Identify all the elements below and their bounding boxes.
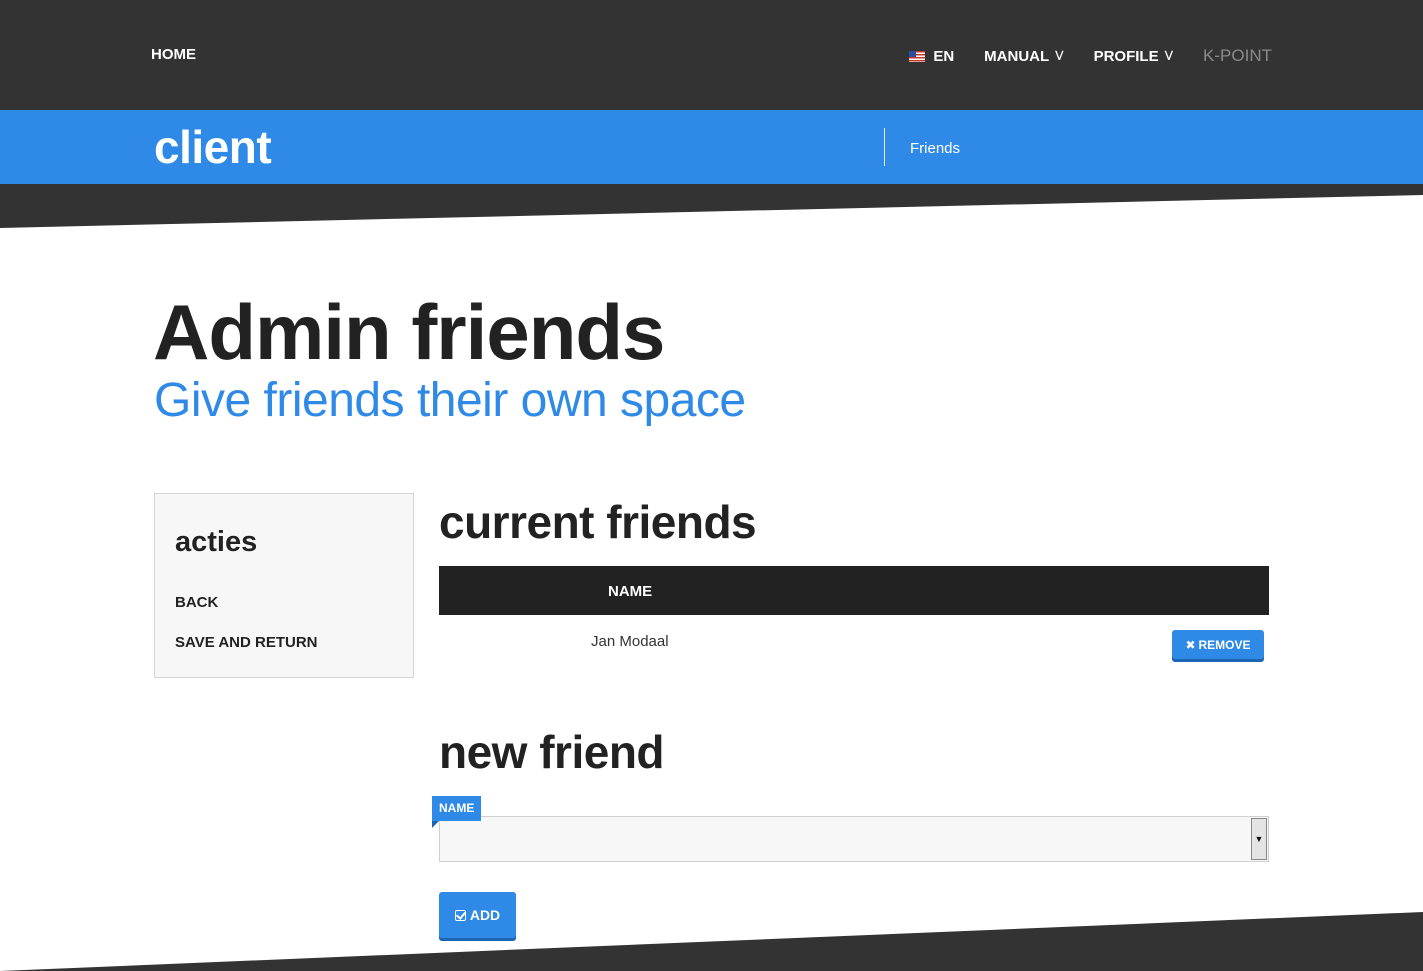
close-icon: ✖	[1185, 637, 1196, 652]
back-link[interactable]: BACK	[175, 594, 218, 611]
double-chevron-down-icon: ⋁	[1055, 50, 1064, 61]
check-square-icon	[454, 909, 466, 921]
kpoint-link[interactable]: K-POINT	[1203, 46, 1272, 66]
column-header-name: NAME	[608, 583, 653, 600]
label-notch	[432, 821, 439, 828]
manual-menu[interactable]: MANUAL ⋁	[984, 48, 1063, 65]
save-and-return-link[interactable]: SAVE AND RETURN	[175, 634, 318, 651]
actions-sidebar: acties BACK SAVE AND RETURN	[154, 493, 414, 678]
top-navigation: HOME EN MANUAL ⋁ PROFILE ⋁ K-POINT	[0, 0, 1423, 110]
nav-home-link[interactable]: HOME	[151, 46, 196, 63]
slanted-band-bottom	[0, 912, 1423, 971]
add-label: ADD	[469, 907, 501, 923]
friends-table-header: NAME	[439, 566, 1269, 615]
nav-right-group: EN MANUAL ⋁ PROFILE ⋁ K-POINT	[909, 46, 1272, 66]
add-friend-button[interactable]: ADD	[439, 892, 516, 938]
dropdown-arrow-icon[interactable]: ▼	[1251, 818, 1267, 860]
profile-menu[interactable]: PROFILE ⋁	[1094, 48, 1173, 65]
sidebar-title: acties	[175, 526, 258, 558]
friend-name-cell: Jan Modaal	[591, 633, 669, 650]
language-selector[interactable]: EN	[909, 48, 954, 65]
page-subtitle: Give friends their own space	[154, 374, 746, 427]
us-flag-icon	[909, 50, 926, 62]
name-field-label: NAME	[432, 796, 482, 821]
new-friend-heading: new friend	[439, 726, 665, 778]
friend-name-select[interactable]: ▼	[439, 816, 1269, 862]
subheader-divider	[884, 128, 885, 166]
section-brand: client	[154, 121, 272, 173]
subnav-friends-link[interactable]: Friends	[910, 140, 960, 157]
double-chevron-down-icon: ⋁	[1164, 50, 1174, 61]
remove-label: REMOVE	[1198, 637, 1251, 652]
slanted-band-top	[0, 184, 1423, 228]
current-friends-heading: current friends	[439, 496, 757, 548]
remove-friend-button[interactable]: ✖ REMOVE	[1172, 630, 1264, 659]
manual-label: MANUAL	[984, 47, 1050, 65]
profile-label: PROFILE	[1093, 47, 1159, 65]
page-title: Admin friends	[153, 288, 665, 376]
language-label: EN	[933, 47, 955, 65]
